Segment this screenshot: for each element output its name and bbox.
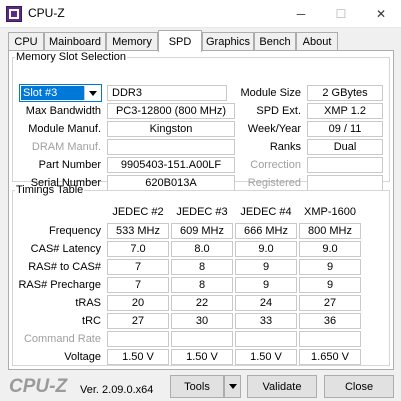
module-size-value: 2 GBytes (307, 85, 383, 101)
spd-ext-value: XMP 1.2 (307, 103, 383, 119)
timing-value-cell: 533 MHz (107, 223, 169, 239)
tab-cpu[interactable]: CPU (8, 32, 44, 51)
dram-manuf-label: DRAM Manuf. (31, 141, 101, 153)
timings-column-header: JEDEC #4 (240, 206, 292, 218)
tools-dropdown-button[interactable] (224, 375, 241, 398)
close-window-button[interactable]: ✕ (361, 0, 401, 28)
dram-manuf-value (107, 139, 235, 155)
timing-value-cell: 800 MHz (299, 223, 361, 239)
tab-spd[interactable]: SPD (158, 30, 202, 52)
timing-row-label: Voltage (64, 351, 101, 363)
timing-value-cell: 24 (235, 295, 297, 311)
tools-button[interactable]: Tools (170, 375, 224, 398)
timing-row-label: tRC (82, 315, 101, 327)
timing-value-cell: 609 MHz (171, 223, 233, 239)
minimize-icon: ─ (296, 7, 306, 21)
timings-column-header: XMP-1600 (304, 206, 356, 218)
timing-value-cell: 27 (299, 295, 361, 311)
timing-value-cell (107, 331, 169, 347)
timing-value-cell: 8.0 (171, 241, 233, 257)
timing-row-label: RAS# to CAS# (28, 261, 101, 273)
timing-value-cell: 8 (171, 259, 233, 275)
timing-value-cell: 9.0 (235, 241, 297, 257)
timing-value-cell: 7.0 (107, 241, 169, 257)
correction-label: Correction (250, 159, 301, 171)
timing-value-cell: 9.0 (299, 241, 361, 257)
timing-value-cell: 22 (171, 295, 233, 311)
timing-value-cell: 7 (107, 259, 169, 275)
timing-value-cell: 9 (299, 259, 361, 275)
tab-mainboard[interactable]: Mainboard (44, 32, 106, 51)
maximize-button[interactable]: ☐ (321, 0, 361, 28)
max-bandwidth-value: PC3-12800 (800 MHz) (107, 103, 235, 119)
validate-button[interactable]: Validate (247, 375, 317, 398)
timings-table-group: Timings Table JEDEC #2 JEDEC #3 JEDEC #4… (12, 184, 390, 366)
timings-table-legend: Timings Table (16, 184, 84, 196)
cpu-z-brand-logo: CPU-Z (9, 376, 68, 397)
maximize-icon: ☐ (335, 7, 347, 21)
timing-value-cell: 1.650 V (299, 349, 361, 365)
module-manuf-value: Kingston (107, 121, 235, 137)
title-bar: CPU-Z ─ ☐ ✕ (0, 0, 401, 28)
slot-select[interactable]: Slot #3 (19, 84, 102, 102)
timing-value-cell: 9 (235, 259, 297, 275)
timing-value-cell: 1.50 V (107, 349, 169, 365)
tab-graphics[interactable]: Graphics (202, 32, 254, 51)
close-button[interactable]: Close (324, 375, 394, 398)
week-year-value: 09 / 11 (307, 121, 383, 137)
part-number-value: 9905403-151.A00LF (107, 157, 235, 173)
correction-value (307, 157, 383, 173)
max-bandwidth-label: Max Bandwidth (25, 105, 101, 117)
minimize-button[interactable]: ─ (281, 0, 321, 28)
timing-value-cell: 9 (299, 277, 361, 293)
timing-value-cell: 1.50 V (171, 349, 233, 365)
timing-value-cell: 8 (171, 277, 233, 293)
timing-value-cell: 36 (299, 313, 361, 329)
timing-value-cell: 9 (235, 277, 297, 293)
cpu-z-app-icon (6, 6, 22, 22)
timing-value-cell: 27 (107, 313, 169, 329)
chevron-down-icon (228, 384, 237, 389)
slot-select-value: Slot #3 (21, 86, 84, 100)
module-manuf-label: Module Manuf. (28, 123, 101, 135)
window-title: CPU-Z (28, 6, 65, 20)
timing-value-cell: 1.50 V (235, 349, 297, 365)
memory-slot-selection-group: Memory Slot Selection Slot #3 DDR3 Max B… (12, 51, 390, 191)
tab-bench[interactable]: Bench (254, 32, 296, 51)
close-icon: ✕ (375, 7, 387, 21)
timing-value-cell: 30 (171, 313, 233, 329)
timing-row-label: CAS# Latency (30, 243, 101, 255)
timing-row-label: tRAS (75, 297, 101, 309)
timing-value-cell: 20 (107, 295, 169, 311)
timing-value-cell (171, 331, 233, 347)
spd-panel: Memory Slot Selection Slot #3 DDR3 Max B… (8, 50, 394, 370)
timing-row-label: RAS# Precharge (18, 279, 101, 291)
version-label: Ver. 2.09.0.x64 (80, 384, 154, 396)
memory-type-value: DDR3 (107, 85, 227, 101)
timings-column-header: JEDEC #2 (112, 206, 164, 218)
timing-row-label: Command Rate (23, 333, 101, 345)
timing-row-label: Frequency (49, 225, 101, 237)
tab-about[interactable]: About (296, 32, 338, 51)
timing-value-cell: 666 MHz (235, 223, 297, 239)
tab-memory[interactable]: Memory (106, 32, 158, 51)
timing-value-cell: 33 (235, 313, 297, 329)
week-year-label: Week/Year (247, 123, 301, 135)
part-number-label: Part Number (38, 159, 101, 171)
ranks-label: Ranks (269, 141, 301, 153)
timing-value-cell (299, 331, 361, 347)
memory-slot-selection-legend: Memory Slot Selection (16, 51, 127, 63)
timings-column-header: JEDEC #3 (176, 206, 228, 218)
chevron-down-icon (84, 86, 100, 100)
ranks-value: Dual (307, 139, 383, 155)
timing-value-cell: 7 (107, 277, 169, 293)
module-size-label: Module Size (240, 87, 301, 99)
spd-ext-label: SPD Ext. (256, 105, 301, 117)
timing-value-cell (235, 331, 297, 347)
